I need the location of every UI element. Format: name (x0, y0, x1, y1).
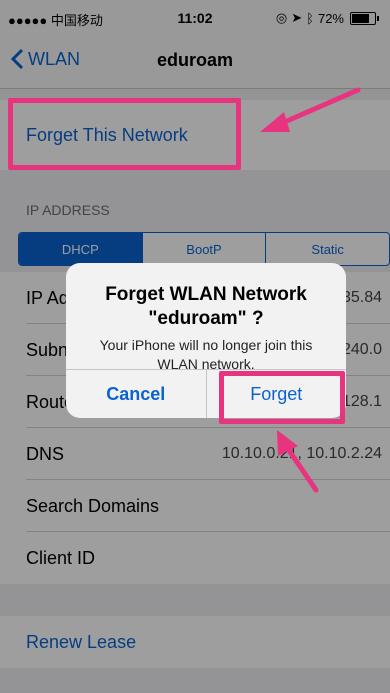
alert-title: Forget WLAN Network "eduroam" ? (105, 284, 307, 329)
cancel-button[interactable]: Cancel (66, 370, 207, 418)
highlight-forget-button (219, 371, 345, 424)
highlight-forget-network (8, 98, 241, 170)
